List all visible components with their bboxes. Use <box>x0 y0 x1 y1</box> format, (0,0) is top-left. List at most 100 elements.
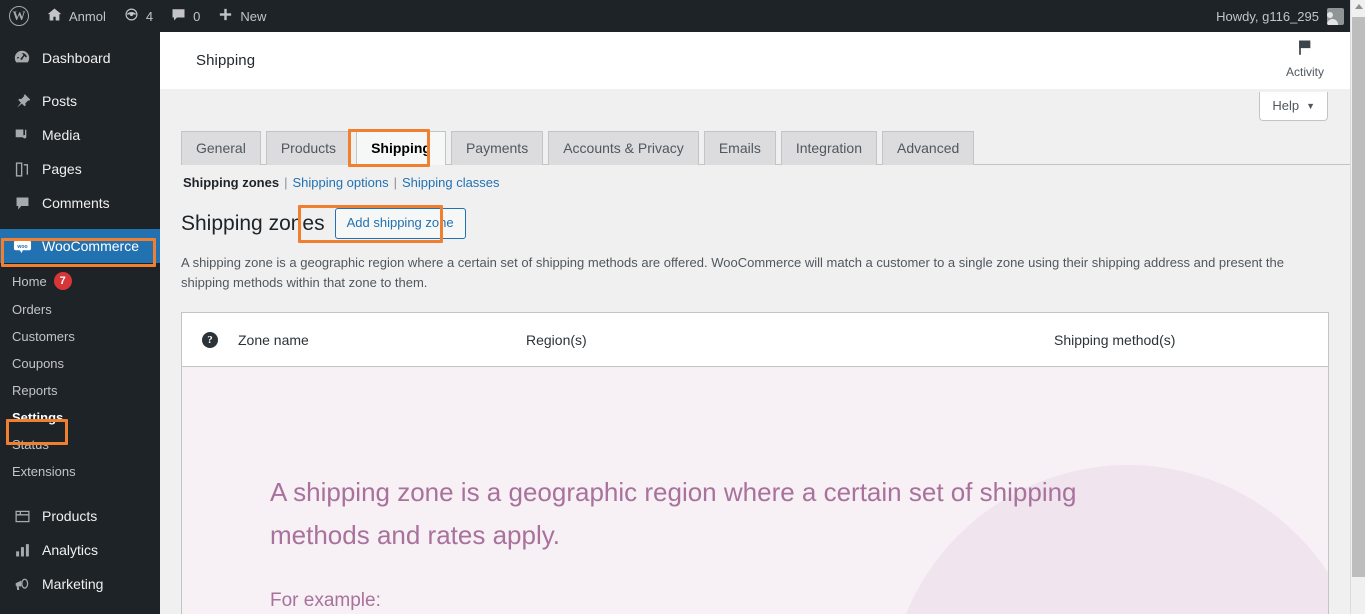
sidebar-sublabel-status: Status <box>12 437 49 452</box>
sidebar-sublabel-orders: Orders <box>12 302 52 317</box>
tab-payments[interactable]: Payments <box>450 131 544 165</box>
sidebar-label-comments: Comments <box>42 195 110 211</box>
shipping-zones-table: ? Zone name Region(s) Shipping method(s)… <box>181 312 1329 614</box>
sidebar-subitem-coupons[interactable]: Coupons <box>0 350 160 377</box>
sidebar-sublabel-extensions: Extensions <box>12 464 76 479</box>
sidebar-item-dashboard[interactable]: Dashboard <box>0 41 160 75</box>
tab-integration[interactable]: Integration <box>780 131 877 165</box>
table-help-cell: ? <box>182 331 238 348</box>
help-tab-area: Help ▼ <box>160 90 1350 124</box>
scrollbar-thumb[interactable] <box>1352 17 1365 577</box>
page-header-bar: Shipping Activity <box>160 32 1350 90</box>
sidebar-top-spacer <box>0 32 160 41</box>
sidebar-subitem-status[interactable]: Status <box>0 431 160 458</box>
sidebar-item-media[interactable]: Media <box>0 118 160 152</box>
sidebar-item-pages[interactable]: Pages <box>0 152 160 186</box>
sidebar-item-analytics[interactable]: Analytics <box>0 533 160 567</box>
scroll-up-arrow-icon[interactable] <box>1355 4 1363 9</box>
comments-menu[interactable]: 0 <box>162 0 209 32</box>
settings-tabs: General Products Shipping Payments Accou… <box>181 130 1350 165</box>
sidebar-item-comments[interactable]: Comments <box>0 186 160 220</box>
tab-products[interactable]: Products <box>265 131 352 165</box>
wordpress-logo-menu[interactable]: W <box>0 0 38 32</box>
empty-state-example-label: For example: <box>270 589 381 611</box>
shipping-subnav: Shipping zones | Shipping options | Ship… <box>183 175 1350 190</box>
sidebar-sublabel-home: Home <box>12 273 47 289</box>
subnav-separator-2: | <box>393 175 397 190</box>
home-icon <box>47 7 62 25</box>
products-icon <box>12 506 32 526</box>
comments-icon <box>12 193 32 213</box>
add-shipping-zone-button[interactable]: Add shipping zone <box>334 208 466 240</box>
sidebar-label-posts: Posts <box>42 93 78 109</box>
page-scrollbar[interactable] <box>1350 0 1365 614</box>
updates-menu[interactable]: 4 <box>115 0 162 32</box>
sidebar-subitem-customers[interactable]: Customers <box>0 323 160 350</box>
sidebar-label-woocommerce: WooCommerce <box>42 238 139 254</box>
tab-shipping-label: Shipping <box>371 140 431 156</box>
main-content: Shipping Activity Help ▼ General Product… <box>160 32 1350 614</box>
updates-count: 4 <box>145 8 154 24</box>
empty-state-copy: A shipping zone is a geographic region w… <box>182 367 1328 611</box>
flag-icon <box>1295 38 1315 63</box>
page-title: Shipping <box>196 52 256 69</box>
sidebar-subitem-home[interactable]: Home 7 <box>0 263 160 296</box>
woocommerce-icon: woo <box>12 236 32 256</box>
help-button[interactable]: Help ▼ <box>1259 92 1328 121</box>
tab-shipping[interactable]: Shipping <box>356 131 446 165</box>
shipping-zones-heading: Shipping zones <box>181 211 325 235</box>
tab-accounts-privacy[interactable]: Accounts & Privacy <box>548 131 699 165</box>
sidebar-sublabel-coupons: Coupons <box>12 356 65 371</box>
new-content-label: New <box>240 8 267 24</box>
marketing-megaphone-icon <box>12 574 32 594</box>
tab-general-label: General <box>196 140 246 156</box>
sidebar-item-products[interactable]: Products <box>0 499 160 533</box>
tab-emails[interactable]: Emails <box>703 131 776 165</box>
sidebar-sublabel-reports: Reports <box>12 383 58 398</box>
sidebar-item-posts[interactable]: Posts <box>0 84 160 118</box>
tab-advanced-label: Advanced <box>897 140 960 156</box>
tab-products-label: Products <box>280 140 337 156</box>
sidebar-sublabel-customers: Customers <box>12 329 75 344</box>
shipping-zones-description: A shipping zone is a geographic region w… <box>181 255 1284 291</box>
sidebar-label-media: Media <box>42 127 81 143</box>
my-account-menu[interactable]: Howdy, g116_295 <box>1207 0 1350 32</box>
subnav-link-shipping-classes[interactable]: Shipping classes <box>402 175 500 190</box>
activity-button[interactable]: Activity <box>1286 38 1324 79</box>
column-header-regions: Region(s) <box>526 331 587 348</box>
sidebar-item-woocommerce[interactable]: woo WooCommerce <box>0 229 160 263</box>
chevron-down-icon: ▼ <box>1306 100 1315 111</box>
sidebar-divider-1 <box>0 75 160 84</box>
dashboard-icon <box>12 48 32 68</box>
sidebar-label-analytics: Analytics <box>42 542 99 558</box>
admin-bar: W Anmol 4 0 New Howdy, g116_295 <box>0 0 1350 32</box>
question-mark-help-icon[interactable]: ? <box>202 331 218 348</box>
column-header-zone-name: Zone name <box>238 331 309 348</box>
new-content-menu[interactable]: New <box>209 0 275 32</box>
tab-accounts-privacy-label: Accounts & Privacy <box>563 140 684 156</box>
settings-wrap: General Products Shipping Payments Accou… <box>160 130 1350 614</box>
updates-icon <box>124 7 139 25</box>
sidebar-divider-3 <box>0 485 160 499</box>
shipping-zones-heading-row: Shipping zones Add shipping zone <box>181 208 1350 240</box>
wordpress-logo-icon: W <box>9 6 29 26</box>
sidebar-item-marketing[interactable]: Marketing <box>0 567 160 601</box>
svg-text:woo: woo <box>16 243 27 249</box>
empty-state-headline: A shipping zone is a geographic region w… <box>270 477 1077 550</box>
analytics-icon <box>12 540 32 560</box>
tab-advanced[interactable]: Advanced <box>882 131 975 165</box>
sidebar-subitem-reports[interactable]: Reports <box>0 377 160 404</box>
subnav-link-shipping-options[interactable]: Shipping options <box>292 175 388 190</box>
pin-icon <box>12 91 32 111</box>
home-update-badge: 7 <box>53 272 72 290</box>
sidebar-divider-2 <box>0 220 160 229</box>
site-name-label: Anmol <box>69 8 106 24</box>
tab-general[interactable]: General <box>181 131 261 165</box>
site-name-menu[interactable]: Anmol <box>38 0 115 32</box>
sidebar-subitem-settings[interactable]: Settings <box>0 404 160 431</box>
sidebar-subitem-extensions[interactable]: Extensions <box>0 458 160 485</box>
sidebar-subitem-orders[interactable]: Orders <box>0 296 160 323</box>
help-label: Help <box>1272 98 1300 113</box>
sidebar-label-pages: Pages <box>42 161 82 177</box>
plus-icon <box>218 7 233 25</box>
